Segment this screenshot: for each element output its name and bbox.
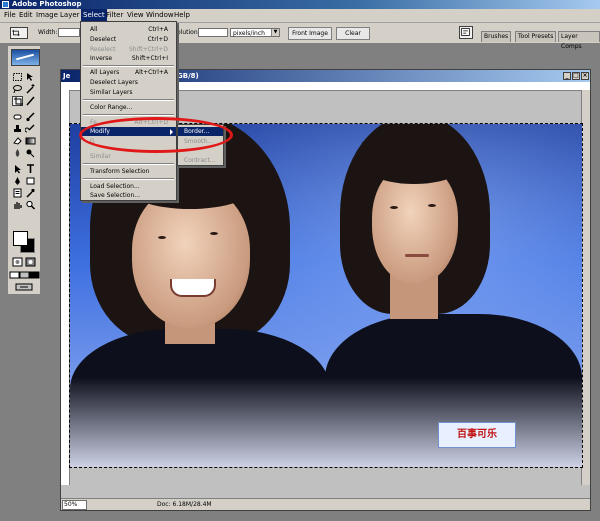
slice-tool-icon[interactable] — [25, 96, 36, 106]
notes-tool-icon[interactable] — [12, 188, 23, 198]
jump-to-imageready-icon[interactable] — [14, 282, 34, 292]
clear-button[interactable]: Clear — [336, 27, 370, 40]
menu-separator — [83, 114, 174, 116]
eyedropper-icon[interactable] — [25, 188, 36, 198]
menu-separator — [83, 163, 174, 165]
resolution-field[interactable] — [198, 28, 228, 37]
palette-well-icon[interactable] — [459, 26, 473, 39]
width-field[interactable] — [58, 28, 80, 37]
menu-item-transform-selection[interactable]: Transform Selection — [81, 167, 176, 176]
shape-tool-icon[interactable] — [25, 176, 36, 186]
chevron-down-icon[interactable]: ▼ — [271, 29, 279, 36]
hand-tool-icon[interactable] — [12, 200, 23, 210]
photoshop-feather-logo — [11, 49, 40, 66]
select-menu-dropdown: All Ctrl+A Deselect Ctrl+D Reselect Shift+C… — [80, 21, 177, 201]
document-title-start: Je — [63, 72, 71, 80]
move-tool-icon[interactable] — [25, 72, 36, 82]
crop-tool-preset-icon[interactable] — [10, 27, 28, 39]
menu-file[interactable]: File — [2, 9, 18, 22]
resolution-units-value: pixels/inch — [233, 30, 265, 37]
standard-mode-icon[interactable] — [12, 257, 23, 267]
menu-item-load-selection[interactable]: Load Selection... — [81, 182, 176, 191]
tab-layer-comps[interactable]: Layer Comps — [558, 31, 600, 50]
quick-mask-icon[interactable] — [25, 257, 36, 267]
menu-item-deselect-layers[interactable]: Deselect Layers — [81, 78, 176, 87]
gradient-tool-icon[interactable] — [25, 136, 36, 146]
modify-submenu: Border... Smooth... Contract... — [177, 124, 224, 166]
crop-tool-icon[interactable] — [12, 96, 23, 106]
clone-stamp-icon[interactable] — [12, 124, 23, 134]
menu-image[interactable]: Image — [34, 9, 60, 22]
shirt-logo-text: 百事可乐 — [438, 422, 516, 448]
menu-item-save-selection[interactable]: Save Selection... — [81, 191, 176, 200]
magic-wand-icon[interactable] — [25, 84, 36, 94]
history-brush-icon[interactable] — [25, 124, 36, 134]
app-title-bar: Adobe Photoshop — [0, 0, 600, 9]
close-icon[interactable]: × — [581, 72, 589, 80]
menu-separator — [83, 178, 174, 180]
pen-tool-icon[interactable] — [12, 176, 23, 186]
width-label: Width: — [38, 29, 58, 36]
menu-layer[interactable]: Layer — [58, 9, 82, 22]
submenu-arrow-icon — [170, 129, 173, 135]
marquee-tool-icon[interactable] — [12, 72, 23, 82]
menu-item-similar-layers[interactable]: Similar Layers — [81, 88, 176, 97]
document-title-end: GB/8) — [177, 72, 199, 80]
eraser-tool-icon[interactable] — [12, 136, 23, 146]
brush-tool-icon[interactable] — [25, 112, 36, 122]
healing-brush-icon[interactable] — [12, 112, 23, 122]
document-status-bar: 50% Doc: 6.18M/28.4M — [61, 498, 590, 510]
blur-tool-icon[interactable] — [12, 148, 23, 158]
maximize-icon[interactable]: □ — [572, 72, 580, 80]
dodge-tool-icon[interactable] — [25, 148, 36, 158]
vertical-scrollbar[interactable] — [581, 90, 590, 485]
menu-item-reselect[interactable]: Reselect Shift+Ctrl+D — [81, 45, 176, 54]
menu-item-all[interactable]: All Ctrl+A — [81, 25, 176, 34]
menu-item-inverse[interactable]: Inverse Shift+Ctrl+I — [81, 54, 176, 63]
menu-separator — [83, 99, 174, 101]
menu-item-deselect[interactable]: Deselect Ctrl+D — [81, 35, 176, 44]
submenu-item-smooth[interactable]: Smooth... — [178, 137, 223, 146]
photoshop-icon — [2, 1, 9, 8]
zoom-tool-icon[interactable] — [25, 200, 36, 210]
menu-item-grow[interactable]: G — [81, 137, 176, 146]
foreground-color-swatch[interactable] — [13, 231, 28, 246]
tab-tool-presets[interactable]: Tool Presets — [515, 31, 557, 42]
menu-separator — [83, 65, 174, 67]
menu-item-color-range[interactable]: Color Range... — [81, 103, 176, 112]
submenu-item-contract[interactable]: Contract... — [178, 156, 223, 165]
zoom-field[interactable]: 50% — [62, 500, 87, 510]
resolution-label: olution: — [177, 29, 200, 36]
lasso-tool-icon[interactable] — [12, 84, 23, 94]
menu-item-all-layers[interactable]: All Layers Alt+Ctrl+A — [81, 68, 176, 77]
screen-mode-full-icon[interactable] — [29, 270, 40, 280]
doc-size-info[interactable]: Doc: 6.18M/28.4M — [157, 499, 212, 510]
front-image-button[interactable]: Front Image — [288, 27, 332, 40]
menu-item-feather[interactable]: Fe Alt+Ctrl+D — [81, 118, 176, 127]
menu-item-modify[interactable]: Modify — [81, 127, 176, 136]
toolbox — [7, 45, 41, 295]
vertical-ruler — [61, 90, 70, 485]
resolution-units-select[interactable]: pixels/inch ▼ — [230, 28, 280, 37]
submenu-item-border[interactable]: Border... — [178, 127, 223, 136]
app-title: Adobe Photoshop — [12, 0, 82, 8]
tab-brushes[interactable]: Brushes — [481, 31, 512, 42]
menu-item-similar[interactable]: Similar — [81, 152, 176, 161]
menu-edit[interactable]: Edit — [17, 9, 35, 22]
minimize-icon[interactable]: _ — [563, 72, 571, 80]
path-selection-icon[interactable] — [12, 164, 23, 174]
type-tool-icon[interactable] — [25, 164, 36, 174]
